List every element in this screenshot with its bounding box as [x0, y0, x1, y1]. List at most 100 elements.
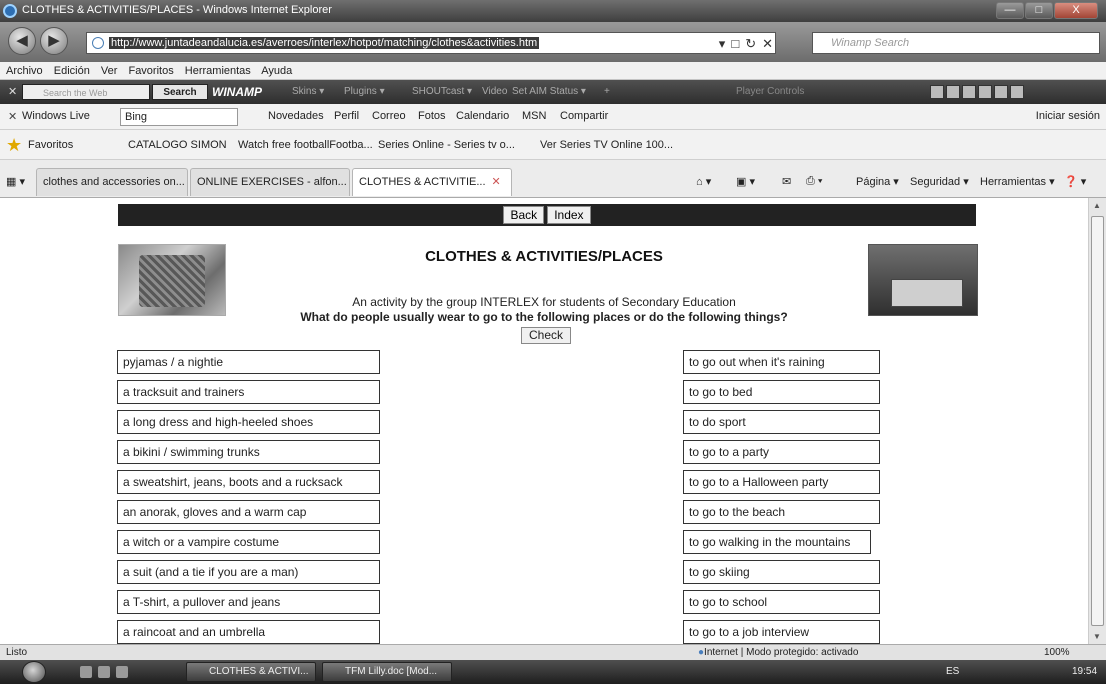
- minimize-button[interactable]: —: [996, 2, 1024, 19]
- start-button[interactable]: [22, 661, 46, 683]
- clothes-item[interactable]: a T-shirt, a pullover and jeans: [117, 590, 380, 614]
- address-bar[interactable]: http://www.juntadeandalucia.es/averroes/…: [86, 32, 776, 54]
- activity-item[interactable]: to go to a Halloween party: [683, 470, 880, 494]
- live-compartir[interactable]: Compartir: [560, 110, 608, 122]
- zoom-level[interactable]: 100%: [1044, 645, 1070, 660]
- live-novedades[interactable]: Novedades: [268, 110, 324, 122]
- favorites-star-icon[interactable]: ★: [6, 136, 24, 154]
- help-icon[interactable]: ❓ ▾: [1064, 175, 1086, 188]
- feeds-icon[interactable]: ▣ ▾: [736, 175, 755, 188]
- stop-player-icon[interactable]: [978, 85, 992, 99]
- close-window-button[interactable]: X: [1054, 2, 1098, 19]
- security-zone[interactable]: Internet | Modo protegido: activado: [698, 645, 858, 660]
- quick-tabs-icon[interactable]: ▦ ▾: [6, 175, 25, 188]
- show-desktop-icon[interactable]: [80, 666, 92, 678]
- winamp-plugins[interactable]: Plugins ▾: [344, 86, 385, 97]
- volume-icon[interactable]: [1010, 85, 1024, 99]
- clothes-item[interactable]: a tracksuit and trainers: [117, 380, 380, 404]
- activity-item[interactable]: to go to a party: [683, 440, 880, 464]
- next-icon[interactable]: [994, 85, 1008, 99]
- activity-item[interactable]: to go to bed: [683, 380, 880, 404]
- activity-item[interactable]: to go out when it's raining: [683, 350, 880, 374]
- tab-clothes-accessories[interactable]: clothes and accessories on...: [36, 168, 188, 196]
- winamp-aim-status[interactable]: Set AIM Status ▾: [512, 86, 586, 97]
- web-search-input[interactable]: Search the Web: [22, 84, 150, 100]
- activity-item[interactable]: to go walking in the mountains: [683, 530, 871, 554]
- clothes-item[interactable]: a bikini / swimming trunks: [117, 440, 380, 464]
- home-icon[interactable]: ⌂ ▾: [696, 175, 711, 188]
- menu-herramientas[interactable]: Herramientas: [185, 65, 251, 77]
- clothes-item[interactable]: a witch or a vampire costume: [117, 530, 380, 554]
- windows-live-label[interactable]: Windows Live: [22, 110, 90, 122]
- live-calendario[interactable]: Calendario: [456, 110, 509, 122]
- live-correo[interactable]: Correo: [372, 110, 406, 122]
- scroll-thumb[interactable]: [1091, 216, 1104, 626]
- media-quicklaunch-icon[interactable]: [116, 666, 128, 678]
- activity-item[interactable]: to go to the beach: [683, 500, 880, 524]
- stop-icon[interactable]: ✕: [762, 34, 773, 54]
- pause-icon[interactable]: [962, 85, 976, 99]
- favorites-button[interactable]: Favoritos: [28, 139, 73, 151]
- index-button[interactable]: Index: [547, 206, 591, 224]
- clothes-item[interactable]: a raincoat and an umbrella: [117, 620, 380, 644]
- winamp-search-input[interactable]: Winamp Search: [812, 32, 1100, 54]
- winamp-video[interactable]: Video: [482, 86, 507, 97]
- activity-item[interactable]: to go skiing: [683, 560, 880, 584]
- menu-ver[interactable]: Ver: [101, 65, 118, 77]
- back-arrow-icon[interactable]: ◀: [8, 27, 36, 55]
- language-indicator[interactable]: ES: [946, 666, 959, 677]
- clothes-item[interactable]: a suit (and a tie if you are a man): [117, 560, 380, 584]
- close-live-toolbar-icon[interactable]: ✕: [8, 110, 17, 123]
- clothes-item[interactable]: an anorak, gloves and a warm cap: [117, 500, 380, 524]
- close-tab-icon[interactable]: ✕: [492, 176, 501, 188]
- print-icon[interactable]: ⎙ ▾: [806, 175, 822, 188]
- favorite-watch-football[interactable]: Watch free footballFootba...: [238, 139, 373, 151]
- compat-view-icon[interactable]: □: [731, 34, 739, 54]
- vertical-scrollbar[interactable]: ▲ ▼: [1088, 198, 1106, 644]
- refresh-icon[interactable]: ↻: [745, 34, 756, 54]
- back-button[interactable]: Back: [503, 206, 545, 224]
- menu-archivo[interactable]: Archivo: [6, 65, 43, 77]
- taskbar-word-window[interactable]: TFM Lilly.doc [Mod...: [322, 662, 452, 682]
- favorite-catalogo-simon[interactable]: CATALOGO SIMON: [128, 139, 227, 151]
- clothes-item[interactable]: a long dress and high-heeled shoes: [117, 410, 380, 434]
- web-search-button[interactable]: Search: [152, 84, 208, 100]
- taskbar-ie-window[interactable]: CLOTHES & ACTIVI...: [186, 662, 316, 682]
- activity-item[interactable]: to do sport: [683, 410, 880, 434]
- live-msn[interactable]: MSN: [522, 110, 546, 122]
- page-menu[interactable]: Página ▾: [856, 175, 899, 188]
- dropdown-arrow-icon[interactable]: ▾: [719, 34, 726, 54]
- winamp-skins[interactable]: Skins ▾: [292, 86, 324, 97]
- check-button[interactable]: Check: [521, 327, 571, 344]
- mail-icon[interactable]: ✉: [782, 175, 791, 188]
- tab-online-exercises[interactable]: ONLINE EXERCISES - alfon...: [190, 168, 350, 196]
- tab-clothes-activities[interactable]: CLOTHES & ACTIVITIE... ✕: [352, 168, 512, 196]
- menu-favoritos[interactable]: Favoritos: [128, 65, 173, 77]
- clothes-item[interactable]: a sweatshirt, jeans, boots and a rucksac…: [117, 470, 380, 494]
- forward-arrow-icon[interactable]: ▶: [40, 27, 68, 55]
- favorite-ver-series[interactable]: Ver Series TV Online 100...: [540, 139, 673, 151]
- favorite-series-online[interactable]: Series Online - Series tv o...: [378, 139, 515, 151]
- live-fotos[interactable]: Fotos: [418, 110, 446, 122]
- clothes-item[interactable]: pyjamas / a nightie: [117, 350, 380, 374]
- winamp-logo[interactable]: WINAMP: [212, 85, 262, 99]
- activity-item[interactable]: to go to school: [683, 590, 880, 614]
- winamp-add[interactable]: +: [604, 86, 610, 97]
- maximize-button[interactable]: □: [1025, 2, 1053, 19]
- tools-menu[interactable]: Herramientas ▾: [980, 175, 1055, 188]
- address-url[interactable]: http://www.juntadeandalucia.es/averroes/…: [109, 37, 540, 49]
- prev-icon[interactable]: [930, 85, 944, 99]
- clock[interactable]: 19:54: [1072, 666, 1097, 677]
- live-perfil[interactable]: Perfil: [334, 110, 359, 122]
- menu-edicion[interactable]: Edición: [54, 65, 90, 77]
- scroll-down-icon[interactable]: ▼: [1093, 632, 1101, 641]
- play-icon[interactable]: [946, 85, 960, 99]
- close-toolbar-icon[interactable]: ✕: [8, 85, 17, 98]
- bing-search-input[interactable]: Bing: [120, 108, 238, 126]
- safety-menu[interactable]: Seguridad ▾: [910, 175, 969, 188]
- scroll-up-icon[interactable]: ▲: [1093, 201, 1101, 210]
- winamp-shoutcast[interactable]: SHOUTcast ▾: [412, 86, 472, 97]
- menu-ayuda[interactable]: Ayuda: [261, 65, 292, 77]
- ie-quicklaunch-icon[interactable]: [98, 666, 110, 678]
- sign-in-link[interactable]: Iniciar sesión: [1036, 110, 1100, 122]
